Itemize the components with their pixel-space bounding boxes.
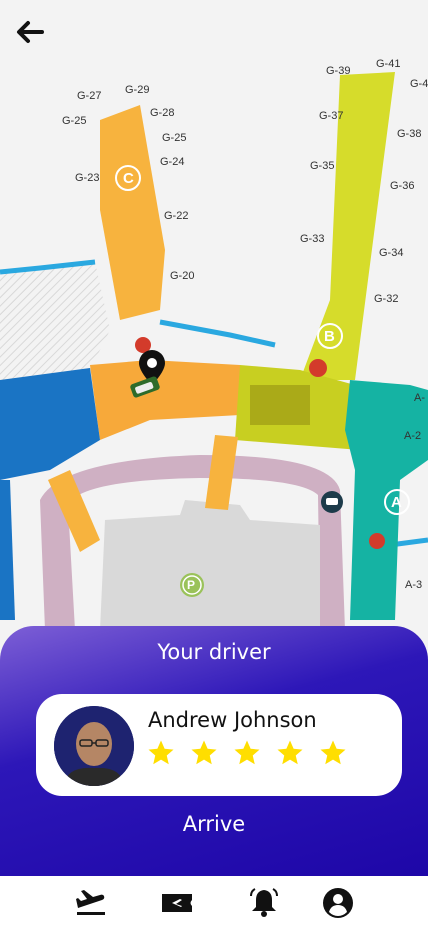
gate-label: G-25 [162,132,187,144]
driver-card[interactable]: Andrew Johnson [36,694,402,796]
parking-label: P [187,578,196,592]
star-icon [320,740,346,765]
gate-label: A-2 [404,430,422,442]
flight-departure-icon [76,890,105,915]
star-icon [191,740,217,765]
gate-label: G-35 [310,160,335,172]
gate-label: G-20 [170,270,195,282]
gate-label: A-3 [405,579,423,591]
driver-name: Andrew Johnson [148,708,317,732]
gate-label: G-41 [376,58,401,70]
ticket-icon [162,894,192,912]
tab-notifications[interactable] [247,886,281,920]
star-icon [148,740,174,765]
tab-account[interactable] [321,886,355,920]
gate-label: G-37 [319,110,344,122]
avatar [54,706,134,786]
tab-flights[interactable] [74,886,108,920]
panel-title: Your driver [157,640,271,664]
gate-label: G-32 [374,293,399,305]
concourse-a-label: A [391,494,402,511]
gate-label: G-24 [160,156,185,168]
gate-label: G-28 [150,107,175,119]
gate-label: G-4 [410,78,428,90]
gate-label: G-39 [326,65,351,77]
back-button[interactable] [14,18,58,58]
concourse-c-label: C [123,170,134,187]
gate-label: G-38 [397,128,422,140]
gate-label: G-36 [390,180,415,192]
gate-label: G-29 [125,84,150,96]
gate-label: G-23 [75,172,100,184]
driver-rating [146,738,348,768]
gate-label: G-27 [77,90,102,102]
concourse-b-label: B [324,328,335,345]
gate-label: G-33 [300,233,325,245]
gate-label: A- [414,392,425,404]
bottom-tab-bar [0,876,428,926]
account-icon [323,888,353,918]
airport-map[interactable] [0,0,428,700]
back-arrow-icon [17,21,44,43]
gate-label: G-25 [62,115,87,127]
star-icon [234,740,260,765]
arrive-button[interactable]: Arrive [0,812,428,836]
driver-panel: Your driver Andrew Johnson Arrive [0,626,428,886]
bell-icon [250,888,278,917]
gate-label: G-22 [164,210,189,222]
gate-label: G-34 [379,247,404,259]
star-icon [277,740,303,765]
tab-tickets[interactable] [160,886,194,920]
